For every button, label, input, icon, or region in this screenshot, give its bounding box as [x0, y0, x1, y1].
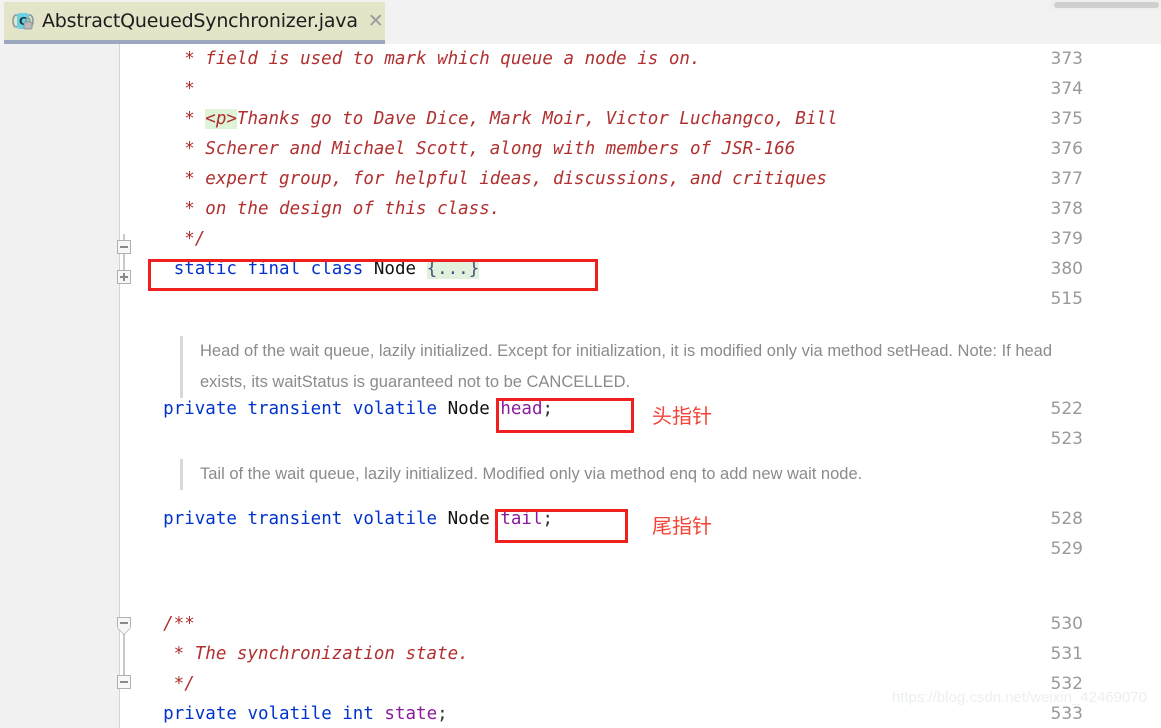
- code-line-374[interactable]: *: [121, 74, 195, 104]
- javadoc-head: Head of the wait queue, lazily initializ…: [180, 336, 1095, 398]
- code-line-379[interactable]: */: [121, 224, 205, 254]
- code-line-376[interactable]: * Scherer and Michael Scott, along with …: [121, 134, 795, 164]
- code-line-373[interactable]: * field is used to mark which queue a no…: [121, 44, 700, 74]
- close-icon[interactable]: ✕: [368, 11, 384, 31]
- horizontal-scrollbar[interactable]: [1050, 0, 1161, 10]
- code-line-530[interactable]: /**: [121, 609, 195, 639]
- javadoc-tail: Tail of the wait queue, lazily initializ…: [180, 459, 1095, 490]
- line-number-gutter: [0, 44, 120, 728]
- code-line-528[interactable]: private transient volatile Node tail;: [121, 504, 553, 534]
- java-class-locked-icon: C: [12, 10, 34, 32]
- code-editor[interactable]: 373 374 375 376 377 378 379 380 515 522 523 528 529 5…: [0, 44, 1161, 728]
- code-line-533[interactable]: private volatile int state;: [121, 699, 448, 728]
- tab-title: AbstractQueuedSynchronizer.java: [42, 10, 358, 32]
- code-line-522[interactable]: private transient volatile Node head;: [121, 394, 553, 424]
- watermark: https://blog.csdn.net/weixin_42469070: [891, 689, 1147, 706]
- code-line-375[interactable]: * <p>Thanks go to Dave Dice, Mark Moir, …: [121, 104, 837, 134]
- code-line-377[interactable]: * expert group, for helpful ideas, discu…: [121, 164, 827, 194]
- editor-tab-bar: C AbstractQueuedSynchronizer.java ✕: [0, 0, 1161, 44]
- tab-abstractqueuedsynchronizer[interactable]: C AbstractQueuedSynchronizer.java ✕: [4, 2, 385, 40]
- code-line-378[interactable]: * on the design of this class.: [121, 194, 500, 224]
- tail-pointer-note: 尾指针: [652, 514, 712, 538]
- horizontal-scrollbar-thumb[interactable]: [1054, 2, 1159, 8]
- head-pointer-note: 头指针: [652, 404, 712, 428]
- code-line-532[interactable]: */: [121, 669, 195, 699]
- code-line-380[interactable]: static final class Node {...}: [121, 254, 480, 284]
- code-line-531[interactable]: * The synchronization state.: [121, 639, 469, 669]
